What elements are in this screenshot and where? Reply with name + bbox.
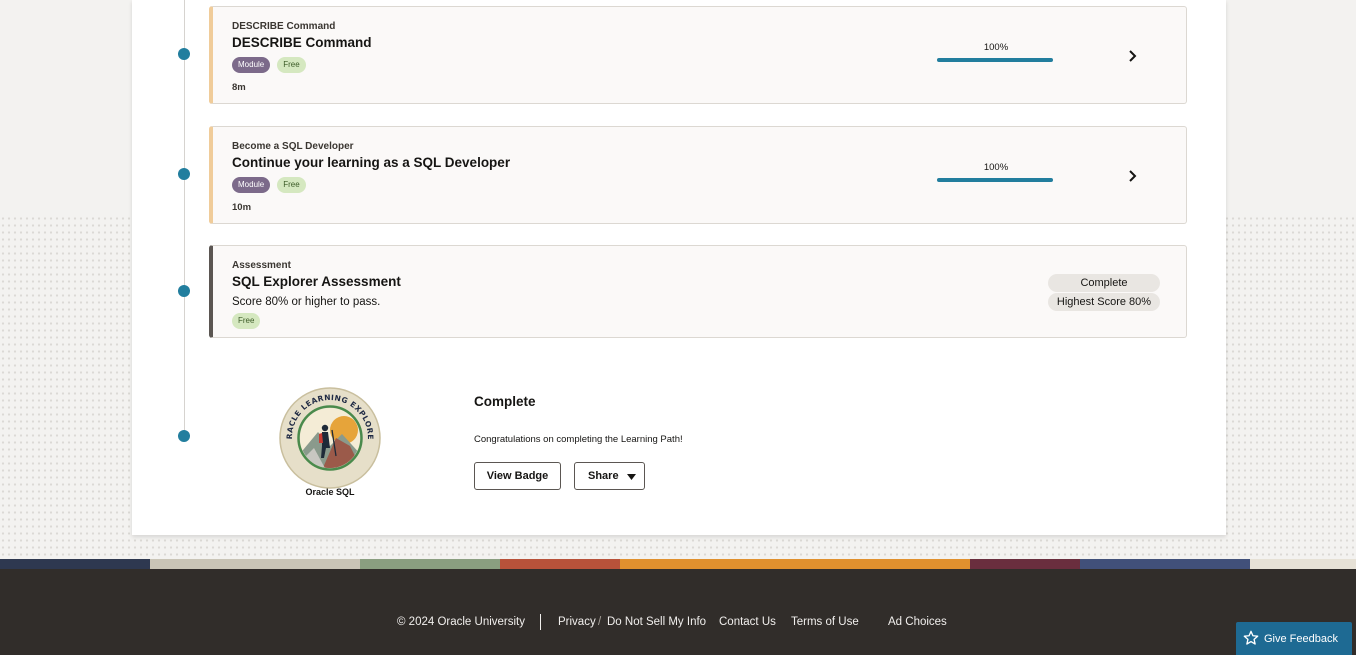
share-label: Share — [588, 470, 619, 482]
free-badge: Free — [232, 313, 261, 329]
footer-link-terms[interactable]: Terms of Use — [791, 616, 859, 628]
footer-separator: / — [598, 616, 602, 628]
assessment-item[interactable]: Assessment SQL Explorer Assessment Score… — [209, 245, 1187, 338]
item-badges: Module Free — [232, 177, 306, 193]
footer-link-ad-choices[interactable]: Ad Choices — [888, 616, 947, 628]
footer-copyright: © 2024 Oracle University — [397, 616, 525, 628]
item-kicker: DESCRIBE Command — [232, 21, 336, 32]
module-badge: Module — [232, 177, 271, 193]
footer-link-privacy[interactable]: Privacy — [558, 616, 596, 628]
item-badges: Free — [232, 313, 261, 329]
assessment-description: Score 80% or higher to pass. — [232, 296, 381, 308]
completion-section: Complete Congratulations on completing t… — [474, 394, 683, 445]
timeline-dot — [178, 430, 190, 442]
decorative-art-strip — [0, 559, 1356, 569]
item-duration: 8m — [232, 82, 246, 93]
item-duration: 10m — [232, 202, 252, 213]
progress-bar — [937, 178, 1053, 182]
footer-link-contact[interactable]: Contact Us — [719, 616, 776, 628]
item-kicker: Become a SQL Developer — [232, 141, 354, 152]
item-progress: 100% — [937, 162, 1055, 182]
chevron-right-icon[interactable] — [1125, 49, 1139, 63]
timeline-dot — [178, 168, 190, 180]
progress-bar — [937, 58, 1053, 62]
assessment-title[interactable]: SQL Explorer Assessment — [232, 274, 401, 289]
item-title[interactable]: DESCRIBE Command — [232, 35, 372, 50]
item-progress: 100% — [937, 42, 1055, 62]
progress-percent: 100% — [983, 42, 1009, 53]
site-footer: © 2024 Oracle University Privacy / Do No… — [0, 569, 1356, 655]
item-badges: Module Free — [232, 57, 306, 73]
share-button[interactable]: Share — [574, 462, 645, 490]
view-badge-label: View Badge — [486, 470, 549, 482]
footer-link-do-not-sell[interactable]: Do Not Sell My Info — [607, 616, 706, 628]
caret-down-icon — [627, 474, 636, 480]
view-badge-button[interactable]: View Badge — [474, 462, 561, 490]
badge-caption: Oracle SQL — [305, 487, 355, 497]
free-badge: Free — [277, 57, 306, 73]
completion-message: Congratulations on completing the Learni… — [474, 434, 683, 445]
item-kicker: Assessment — [232, 260, 291, 271]
timeline-dot — [178, 48, 190, 60]
item-title[interactable]: Continue your learning as a SQL Develope… — [232, 155, 510, 170]
module-item-describe[interactable]: DESCRIBE Command DESCRIBE Command Module… — [209, 6, 1187, 104]
status-badge: Complete — [1048, 274, 1160, 292]
oracle-learning-explorer-badge: ORACLE LEARNING EXPLORER — [278, 386, 381, 489]
feedback-label: Give Feedback — [1264, 633, 1338, 645]
module-item-sql-developer[interactable]: Become a SQL Developer Continue your lea… — [209, 126, 1187, 224]
score-badge: Highest Score 80% — [1048, 293, 1160, 311]
progress-percent: 100% — [983, 162, 1009, 173]
completion-title: Complete — [474, 394, 536, 409]
star-icon — [1243, 630, 1259, 645]
free-badge: Free — [277, 177, 306, 193]
timeline-dot — [178, 285, 190, 297]
timeline-line — [184, 0, 185, 435]
footer-divider — [540, 614, 541, 630]
chevron-right-icon[interactable] — [1125, 169, 1139, 183]
give-feedback-button[interactable]: Give Feedback — [1236, 622, 1352, 655]
module-badge: Module — [232, 57, 271, 73]
